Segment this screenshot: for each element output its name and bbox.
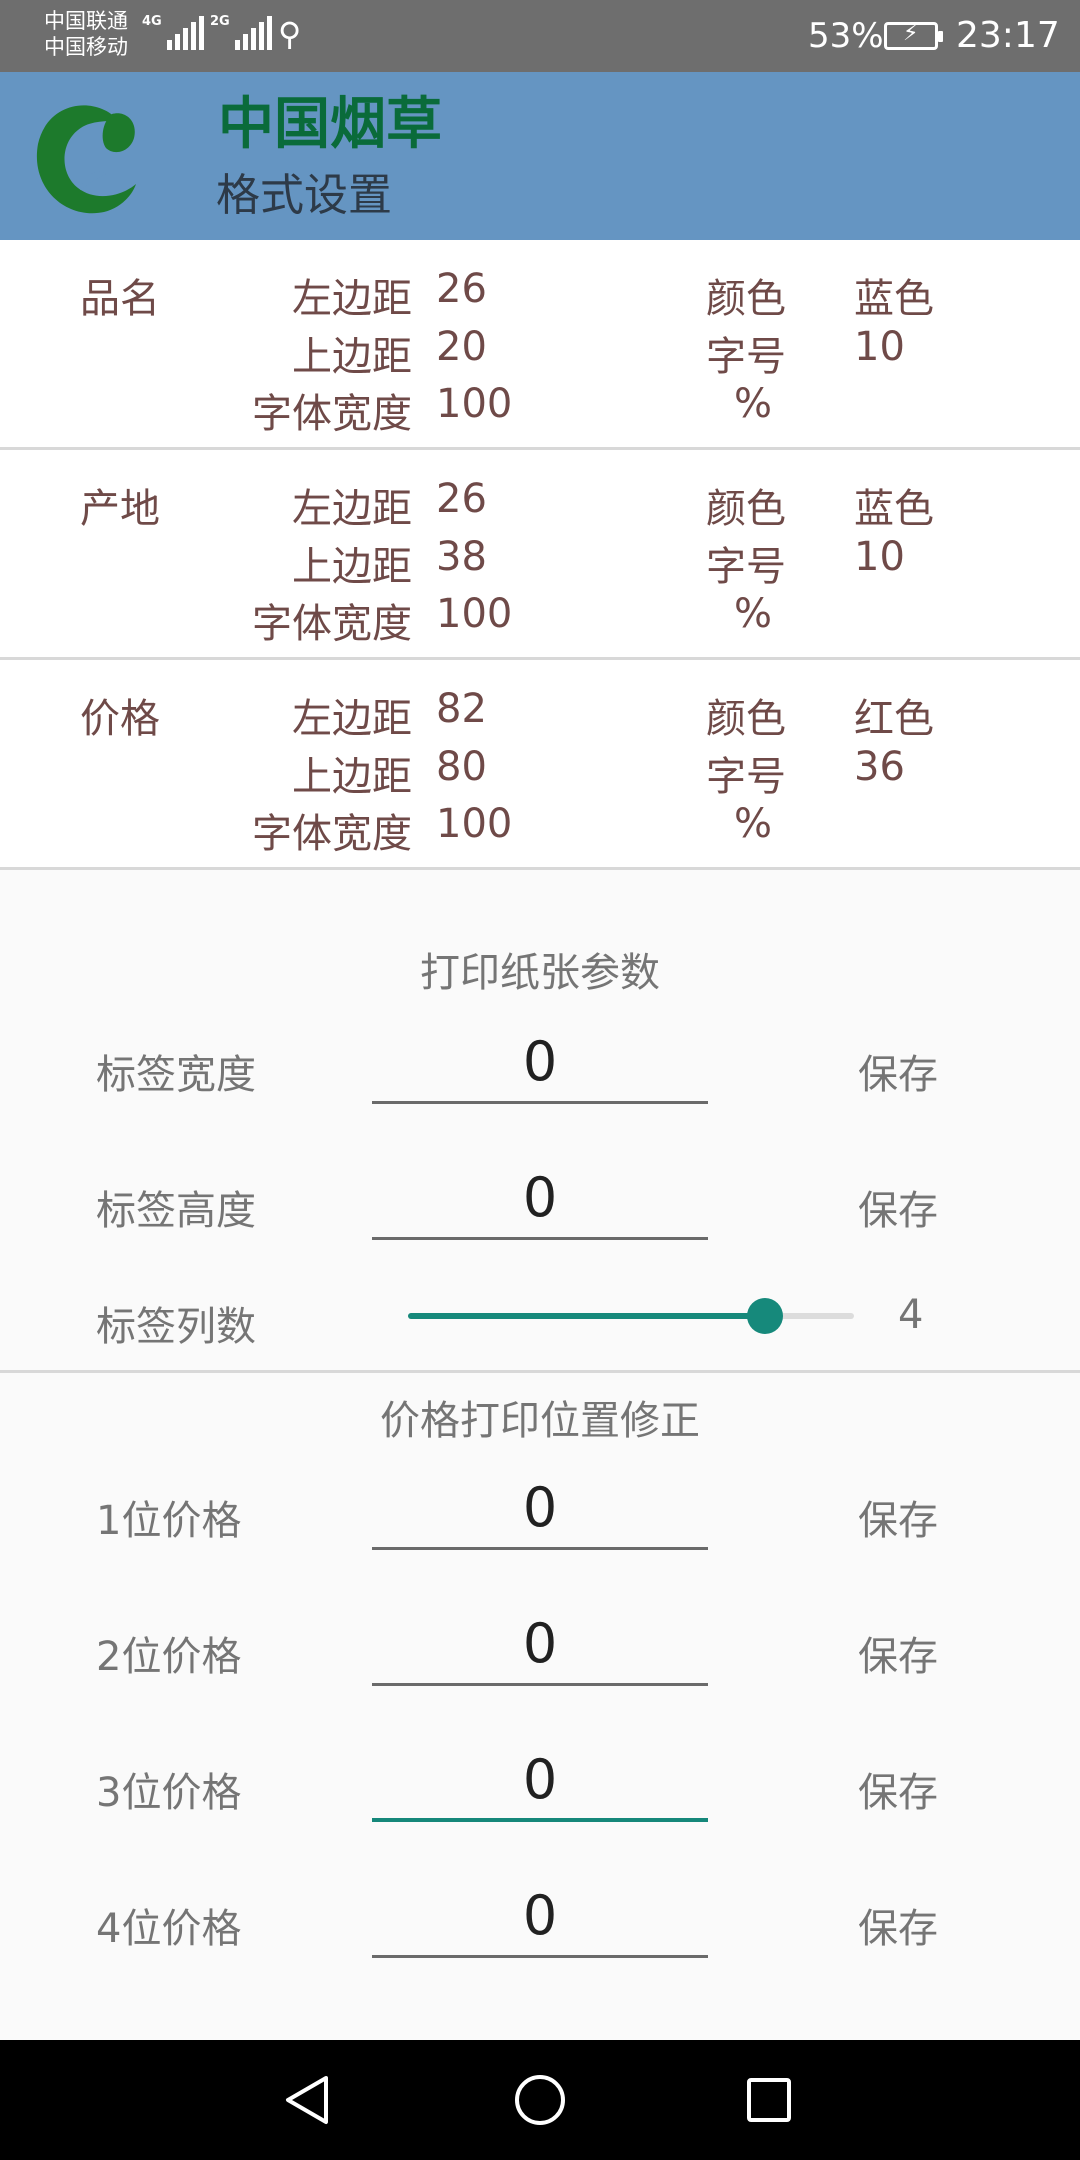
color-value: 红色 [854,696,934,742]
price-3-input[interactable]: 0 [372,1748,708,1822]
font-size-value: 10 [854,534,905,580]
paper-params-title: 打印纸张参数 [420,950,660,996]
left-margin-value: 82 [436,686,487,732]
price-3-label: 3位价格 [96,1770,242,1816]
save-price-2-button[interactable]: 保存 [858,1624,938,1682]
slider-fill [408,1313,765,1319]
label-width-value: 0 [522,1030,558,1093]
clock: 23:17 [956,15,1060,56]
status-bar: 中国联通 中国移动 4G 2G ⚲ 53% ⚡ 23:17 [0,0,1080,72]
top-margin-label: 上边距 [292,544,412,590]
slider-thumb[interactable] [746,1298,783,1334]
left-margin-value: 26 [436,266,487,312]
usb-icon: ⚲ [278,15,302,53]
font-width-label: 字体宽度 [252,811,412,857]
app-title: 中国烟草 [218,92,442,157]
percent-sign: % [734,381,773,427]
price-2-value: 0 [522,1612,558,1675]
label-height-value: 0 [522,1166,558,1229]
price-2-label: 2位价格 [96,1634,242,1680]
app-header: 中国烟草 格式设置 [0,72,1080,240]
label-columns-slider[interactable] [408,1298,854,1334]
save-price-4-button[interactable]: 保存 [858,1896,938,1954]
price-3-value: 0 [522,1748,558,1811]
format-section-name[interactable]: 品名 左边距 26 上边距 20 字体宽度 100 颜色 蓝色 字号 10 % [0,240,1080,450]
label-columns-label: 标签列数 [96,1304,256,1350]
color-value: 蓝色 [854,486,934,532]
label-width-input[interactable]: 0 [372,1030,708,1104]
left-margin-label: 左边距 [292,696,412,742]
color-label: 颜色 [706,696,786,742]
left-margin-label: 左边距 [292,486,412,532]
font-size-value: 10 [854,324,905,370]
label-columns-value: 4 [898,1292,924,1338]
left-margin-value: 26 [436,476,487,522]
price-1-label: 1位价格 [96,1498,242,1544]
price-fix-title: 价格打印位置修正 [380,1398,700,1444]
price-2-input[interactable]: 0 [372,1612,708,1686]
save-price-3-button[interactable]: 保存 [858,1760,938,1818]
save-label-width-button[interactable]: 保存 [858,1042,938,1100]
font-size-label: 字号 [706,334,786,380]
signal-icon-2: 2G [210,14,272,50]
price-4-input[interactable]: 0 [372,1884,708,1958]
logo-icon [36,105,136,214]
price-1-value: 0 [522,1476,558,1539]
font-size-label: 字号 [706,544,786,590]
font-size-label: 字号 [706,754,786,800]
top-margin-value: 38 [436,534,487,580]
font-width-value: 100 [436,381,513,427]
top-margin-label: 上边距 [292,334,412,380]
carrier-1: 中国联通 [44,9,128,33]
font-size-value: 36 [854,744,905,790]
price-1-input[interactable]: 0 [372,1476,708,1550]
top-margin-value: 20 [436,324,487,370]
save-price-1-button[interactable]: 保存 [858,1488,938,1546]
home-icon[interactable] [480,2040,600,2160]
label-height-input[interactable]: 0 [372,1166,708,1240]
font-width-value: 100 [436,591,513,637]
battery-icon: ⚡ [884,21,943,50]
save-label-height-button[interactable]: 保存 [858,1178,938,1236]
section-name: 价格 [80,696,160,742]
carrier-2: 中国移动 [44,35,128,59]
top-margin-label: 上边距 [292,754,412,800]
format-section-origin[interactable]: 产地 左边距 26 上边距 38 字体宽度 100 颜色 蓝色 字号 10 % [0,450,1080,660]
price-4-label: 4位价格 [96,1906,242,1952]
back-icon[interactable] [248,2040,368,2160]
color-label: 颜色 [706,486,786,532]
section-name: 产地 [80,486,160,532]
page-subtitle: 格式设置 [216,170,392,221]
top-margin-value: 80 [436,744,487,790]
carrier-labels: 中国联通 中国移动 [44,8,128,60]
price-4-value: 0 [522,1884,558,1947]
battery-percent: 53% [808,16,884,56]
navigation-bar [0,2040,1080,2160]
color-value: 蓝色 [854,276,934,322]
font-width-label: 字体宽度 [252,601,412,647]
label-width-label: 标签宽度 [96,1052,256,1098]
left-margin-label: 左边距 [292,276,412,322]
recents-icon[interactable] [709,2040,829,2160]
label-height-label: 标签高度 [96,1188,256,1234]
font-width-value: 100 [436,801,513,847]
format-section-price[interactable]: 价格 左边距 82 上边距 80 字体宽度 100 颜色 红色 字号 36 % [0,660,1080,870]
section-name: 品名 [80,276,160,322]
color-label: 颜色 [706,276,786,322]
percent-sign: % [734,801,773,847]
percent-sign: % [734,591,773,637]
font-width-label: 字体宽度 [252,391,412,437]
divider [0,1370,1080,1373]
signal-icon-1: 4G [142,14,204,50]
